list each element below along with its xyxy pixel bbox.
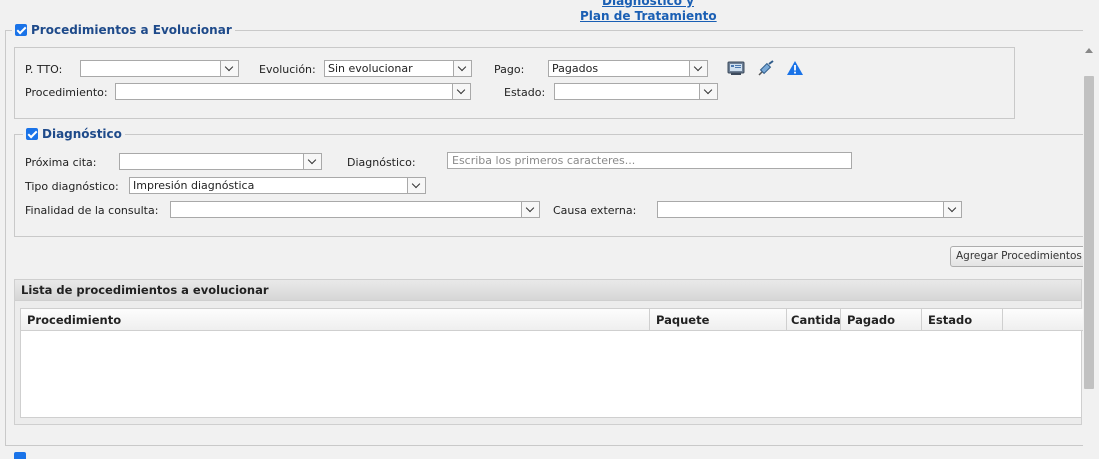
- evolucion-value: Sin evolucionar: [328, 62, 413, 75]
- diagnostico-link-partial[interactable]: Diagnóstico y: [580, 0, 716, 8]
- pago-value: Pagados: [552, 62, 599, 75]
- diagnostico-label: Diagnóstico:: [347, 156, 416, 169]
- pago-label: Pago:: [494, 63, 525, 76]
- proxima-cita-label: Próxima cita:: [25, 156, 97, 169]
- column-header-paquete[interactable]: Paquete: [650, 309, 787, 331]
- chevron-down-icon: [303, 154, 321, 169]
- procedimiento-select[interactable]: [115, 83, 471, 100]
- diagnostico-legend: Diagnóstico: [23, 127, 125, 141]
- column-header-spacer: [1003, 309, 1083, 331]
- next-section-checkbox[interactable]: [14, 452, 26, 459]
- causa-externa-select[interactable]: [657, 201, 962, 218]
- procedimientos-legend-text: Procedimientos a Evolucionar: [31, 23, 232, 37]
- column-header-cantidad[interactable]: Cantidad: [787, 309, 841, 331]
- p-tto-label: P. TTO:: [25, 63, 63, 76]
- column-header-pagado[interactable]: Pagado: [841, 309, 922, 331]
- lista-panel-title: Lista de procedimientos a evolucionar: [14, 279, 1082, 301]
- finalidad-label: Finalidad de la consulta:: [25, 204, 159, 217]
- plan-de-tratamiento-link[interactable]: Plan de Tratamiento: [580, 9, 717, 23]
- procedimiento-label: Procedimiento:: [25, 86, 108, 99]
- scrollbar-thumb[interactable]: [1084, 76, 1094, 389]
- chevron-down-icon: [220, 61, 238, 76]
- chevron-down-icon: [521, 202, 539, 217]
- estado-label: Estado:: [504, 86, 546, 99]
- column-header-estado[interactable]: Estado: [922, 309, 1003, 331]
- finalidad-select[interactable]: [170, 201, 540, 218]
- chevron-down-icon: [943, 202, 961, 217]
- p-tto-select[interactable]: [80, 60, 239, 77]
- proxima-cita-select[interactable]: [119, 153, 322, 170]
- warning-icon[interactable]: [786, 60, 804, 76]
- monitor-icon[interactable]: [727, 60, 745, 76]
- diagnostico-legend-text: Diagnóstico: [42, 127, 122, 141]
- column-header-procedimiento[interactable]: Procedimiento: [21, 309, 650, 331]
- scroll-up-arrow-icon[interactable]: [1084, 40, 1094, 60]
- diagnostico-input[interactable]: [447, 152, 852, 169]
- syringe-icon[interactable]: [757, 60, 775, 76]
- evolucion-label: Evolución:: [259, 63, 316, 76]
- procedimientos-legend: Procedimientos a Evolucionar: [12, 23, 235, 37]
- chevron-down-icon: [452, 84, 470, 99]
- chevron-down-icon: [689, 61, 707, 76]
- chevron-down-icon: [699, 84, 717, 99]
- estado-select[interactable]: [554, 83, 718, 100]
- diagnostico-checkbox[interactable]: [26, 128, 38, 140]
- agregar-procedimientos-button[interactable]: Agregar Procedimientos: [950, 246, 1088, 267]
- procedimientos-checkbox[interactable]: [15, 24, 27, 36]
- pago-select[interactable]: Pagados: [548, 60, 708, 77]
- procedimientos-grid: Procedimiento Paquete Cantidad Pagado Es…: [20, 308, 1083, 418]
- tipo-diagnostico-select[interactable]: Impresión diagnóstica: [129, 177, 426, 194]
- tipo-diagnostico-value: Impresión diagnóstica: [133, 179, 255, 192]
- evolucion-select[interactable]: Sin evolucionar: [324, 60, 472, 77]
- chevron-down-icon: [407, 178, 425, 193]
- chevron-down-icon: [453, 61, 471, 76]
- causa-externa-label: Causa externa:: [553, 204, 637, 217]
- tipo-diagnostico-label: Tipo diagnóstico:: [25, 180, 119, 193]
